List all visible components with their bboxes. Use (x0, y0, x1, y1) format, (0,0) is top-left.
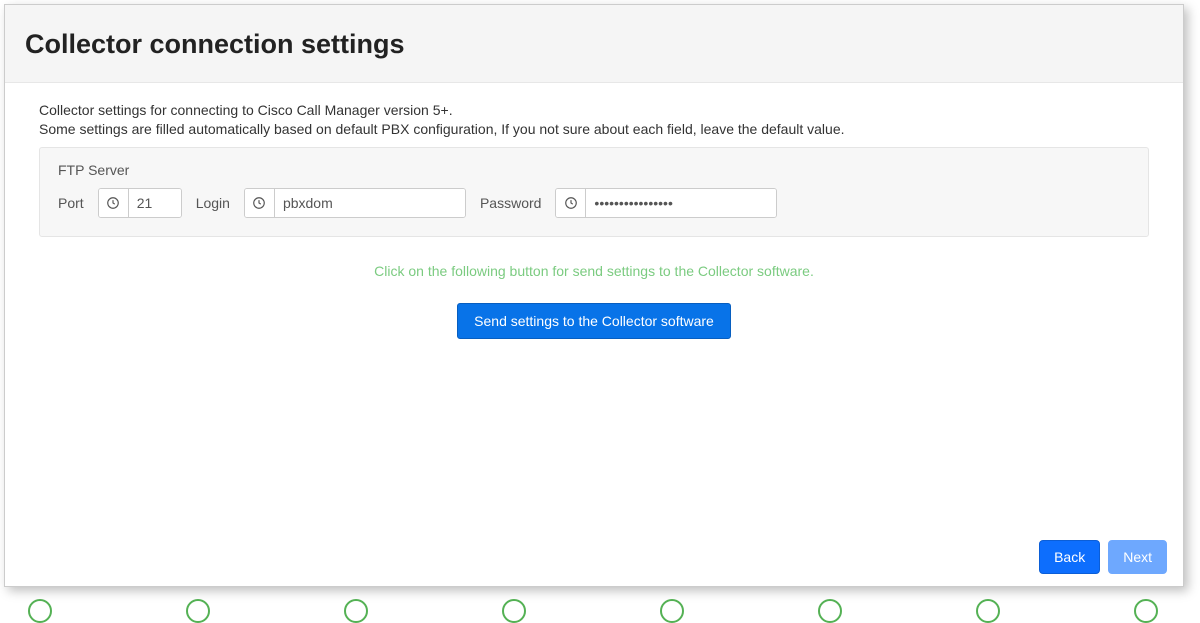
back-button[interactable]: Back (1039, 540, 1100, 574)
description: Collector settings for connecting to Cis… (39, 101, 1149, 139)
ftp-field-row: Port Login Password (58, 188, 1130, 218)
description-line-1: Collector settings for connecting to Cis… (39, 101, 1149, 120)
ftp-server-heading: FTP Server (58, 162, 1130, 178)
port-input-group (98, 188, 182, 218)
clock-icon (99, 189, 129, 217)
login-input[interactable] (275, 189, 465, 217)
clock-icon (245, 189, 275, 217)
page-title: Collector connection settings (25, 29, 1163, 60)
password-input[interactable] (586, 189, 776, 217)
clock-icon (556, 189, 586, 217)
settings-panel: Collector connection settings Collector … (4, 4, 1184, 587)
send-hint: Click on the following button for send s… (39, 263, 1149, 279)
send-button-row: Send settings to the Collector software (39, 303, 1149, 339)
password-input-group (555, 188, 777, 218)
background-decoration (0, 595, 1200, 605)
send-settings-button[interactable]: Send settings to the Collector software (457, 303, 731, 339)
login-input-group (244, 188, 466, 218)
panel-body: Collector settings for connecting to Cis… (5, 83, 1183, 586)
port-input[interactable] (129, 189, 181, 217)
password-label: Password (480, 195, 541, 211)
ftp-server-box: FTP Server Port Login (39, 147, 1149, 237)
login-label: Login (196, 195, 230, 211)
footer-buttons: Back Next (1039, 540, 1167, 574)
next-button[interactable]: Next (1108, 540, 1167, 574)
port-label: Port (58, 195, 84, 211)
panel-header: Collector connection settings (5, 5, 1183, 83)
description-line-2: Some settings are filled automatically b… (39, 120, 1149, 139)
